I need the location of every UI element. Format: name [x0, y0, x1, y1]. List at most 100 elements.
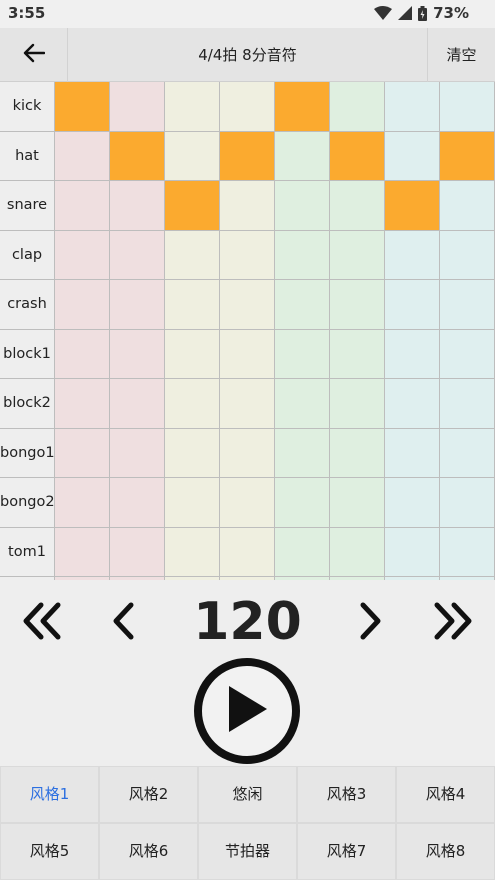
step-cell-on[interactable] [110, 131, 165, 181]
step-cell[interactable] [55, 379, 110, 429]
step-cell[interactable] [165, 428, 220, 478]
step-cell[interactable] [110, 379, 165, 429]
step-cell[interactable] [385, 527, 440, 577]
step-cell[interactable] [440, 230, 495, 280]
step-cell[interactable] [220, 181, 275, 231]
step-cell-on[interactable] [330, 131, 385, 181]
style-button[interactable]: 节拍器 [199, 824, 296, 879]
step-cell[interactable] [330, 428, 385, 478]
step-cell[interactable] [385, 329, 440, 379]
step-cell[interactable] [385, 280, 440, 330]
step-cell[interactable] [55, 181, 110, 231]
step-cell[interactable] [330, 527, 385, 577]
step-cell[interactable] [275, 428, 330, 478]
step-cell[interactable] [110, 428, 165, 478]
step-cell-on[interactable] [440, 131, 495, 181]
step-cell[interactable] [275, 131, 330, 181]
step-cell[interactable] [165, 329, 220, 379]
step-cell-on[interactable] [385, 181, 440, 231]
step-cell[interactable] [220, 478, 275, 528]
step-cell[interactable] [330, 280, 385, 330]
step-cell[interactable] [55, 280, 110, 330]
step-cell[interactable] [55, 131, 110, 181]
step-cell[interactable] [220, 428, 275, 478]
step-cell-on[interactable] [165, 181, 220, 231]
instrument-label: bongo2 [0, 478, 55, 528]
step-cell[interactable] [440, 82, 495, 132]
style-button[interactable]: 悠闲 [199, 767, 296, 822]
step-cell[interactable] [440, 181, 495, 231]
step-cell[interactable] [220, 280, 275, 330]
step-cell[interactable] [110, 230, 165, 280]
back-button[interactable] [0, 28, 68, 82]
clear-button[interactable]: 清空 [427, 28, 495, 82]
step-cell[interactable] [275, 280, 330, 330]
step-cell[interactable] [165, 478, 220, 528]
step-cell[interactable] [220, 527, 275, 577]
step-cell[interactable] [110, 478, 165, 528]
step-cell[interactable] [165, 379, 220, 429]
step-cell[interactable] [440, 329, 495, 379]
tempo-fast-decrease-button[interactable] [14, 600, 70, 646]
style-button[interactable]: 风格4 [397, 767, 494, 822]
step-cell[interactable] [330, 329, 385, 379]
step-cell[interactable] [440, 478, 495, 528]
step-cell[interactable] [110, 329, 165, 379]
step-cell[interactable] [55, 329, 110, 379]
step-cell[interactable] [55, 428, 110, 478]
step-cell[interactable] [440, 428, 495, 478]
step-cell[interactable] [440, 280, 495, 330]
step-cell[interactable] [275, 379, 330, 429]
step-cell[interactable] [385, 428, 440, 478]
grid-row: bongo1 [0, 428, 495, 478]
style-button[interactable]: 风格6 [100, 824, 197, 879]
step-cell[interactable] [385, 230, 440, 280]
step-cell[interactable] [165, 527, 220, 577]
play-icon [225, 684, 269, 738]
step-cell[interactable] [55, 527, 110, 577]
step-cell[interactable] [55, 230, 110, 280]
step-cell[interactable] [330, 478, 385, 528]
step-cell-on[interactable] [55, 82, 110, 132]
step-cell[interactable] [220, 230, 275, 280]
step-cell[interactable] [165, 82, 220, 132]
step-cell[interactable] [330, 379, 385, 429]
step-cell[interactable] [385, 478, 440, 528]
step-cell[interactable] [110, 280, 165, 330]
step-cell[interactable] [220, 329, 275, 379]
step-cell[interactable] [275, 527, 330, 577]
step-cell[interactable] [275, 478, 330, 528]
step-cell[interactable] [165, 131, 220, 181]
step-cell[interactable] [275, 329, 330, 379]
step-cell[interactable] [165, 280, 220, 330]
style-button[interactable]: 风格5 [1, 824, 98, 879]
style-button[interactable]: 风格2 [100, 767, 197, 822]
tempo-decrease-button[interactable] [104, 600, 144, 646]
style-button[interactable]: 风格8 [397, 824, 494, 879]
step-cell[interactable] [330, 181, 385, 231]
step-cell[interactable] [440, 527, 495, 577]
step-cell[interactable] [110, 82, 165, 132]
step-cell[interactable] [440, 379, 495, 429]
step-cell[interactable] [275, 230, 330, 280]
step-cell[interactable] [110, 181, 165, 231]
style-button[interactable]: 风格1 [1, 767, 98, 822]
step-cell[interactable] [330, 230, 385, 280]
step-cell[interactable] [110, 527, 165, 577]
play-button[interactable] [194, 658, 300, 764]
step-cell[interactable] [220, 379, 275, 429]
step-cell[interactable] [330, 82, 385, 132]
tempo-increase-button[interactable] [350, 600, 390, 646]
style-button[interactable]: 风格3 [298, 767, 395, 822]
step-cell[interactable] [385, 131, 440, 181]
step-cell[interactable] [220, 82, 275, 132]
style-button[interactable]: 风格7 [298, 824, 395, 879]
step-cell[interactable] [275, 181, 330, 231]
step-cell[interactable] [385, 379, 440, 429]
step-cell-on[interactable] [275, 82, 330, 132]
step-cell[interactable] [165, 230, 220, 280]
step-cell[interactable] [55, 478, 110, 528]
tempo-fast-increase-button[interactable] [425, 600, 481, 646]
step-cell[interactable] [385, 82, 440, 132]
step-cell-on[interactable] [220, 131, 275, 181]
